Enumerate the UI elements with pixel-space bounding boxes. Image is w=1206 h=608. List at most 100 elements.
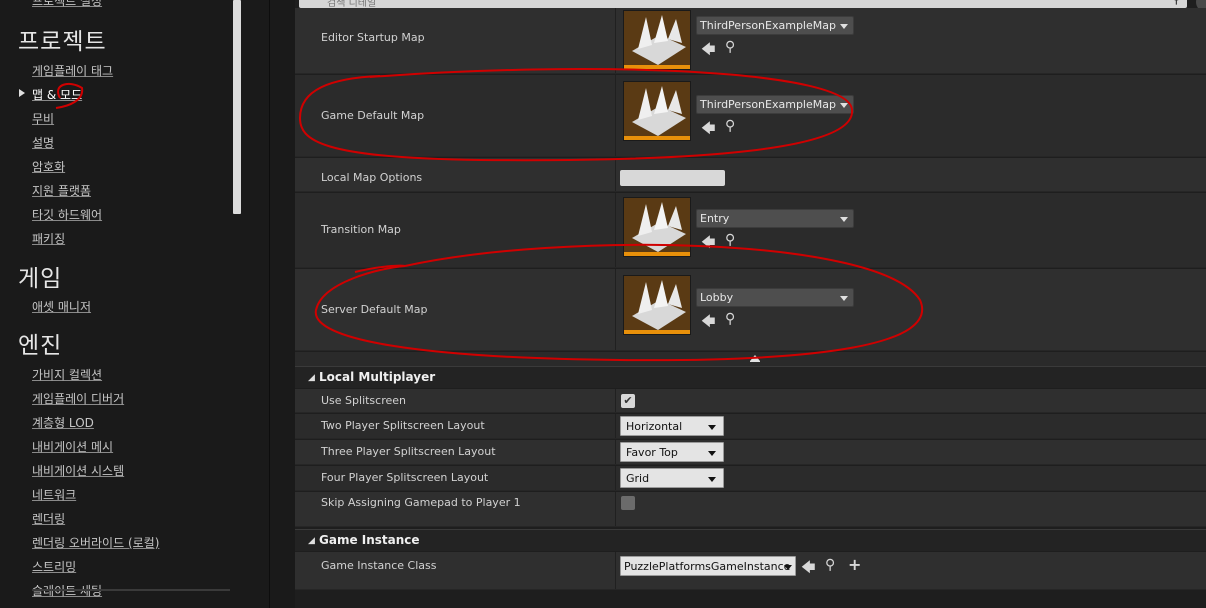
skip-gamepad-checkbox[interactable] <box>621 496 635 510</box>
row-four-player-layout: Four Player Splitscreen Layout Grid <box>295 466 1206 491</box>
three-player-layout-label: Three Player Splitscreen Layout <box>321 445 496 458</box>
game-default-map-label: Game Default Map <box>321 109 425 122</box>
map-thumbnail[interactable] <box>623 275 691 335</box>
row-divider <box>615 75 616 156</box>
check-icon: ✔ <box>623 394 633 407</box>
sidebar-item-gameplay-debugger[interactable]: 게임플레이 디버거 <box>32 390 124 407</box>
row-game-instance-class: Game Instance Class PuzzlePlatformsGameI… <box>295 552 1206 590</box>
sidebar-item-nav-system[interactable]: 내비게이션 시스템 <box>32 462 124 479</box>
combo-value: ThirdPersonExampleMap <box>700 19 836 32</box>
map-asset-icon <box>632 15 686 65</box>
arrow-left-icon[interactable]: 🡄 <box>801 557 815 581</box>
map-asset-icon <box>632 280 686 330</box>
row-game-default-map: Game Default Map ThirdPersonExampleMap 🡄… <box>295 75 1206 157</box>
row-three-player-layout: Three Player Splitscreen Layout Favor To… <box>295 440 1206 465</box>
sidebar-item-network[interactable]: 네트워크 <box>32 486 76 503</box>
settings-sidebar: 프로젝트 설정 프로젝트 게임플레이 태그 맵 & 모드 무비 설명 암호화 지… <box>0 0 270 608</box>
local-map-options-label: Local Map Options <box>321 171 423 184</box>
server-default-map-combo[interactable]: Lobby <box>696 288 854 307</box>
row-divider <box>615 492 616 526</box>
two-player-layout-label: Two Player Splitscreen Layout <box>321 419 485 432</box>
row-two-player-layout: Two Player Splitscreen Layout Horizontal <box>295 414 1206 439</box>
sidebar-bottom-divider <box>32 589 230 591</box>
row-divider <box>615 389 616 412</box>
sidebar-item-packaging[interactable]: 패키징 <box>32 230 65 247</box>
map-thumbnail[interactable] <box>623 197 691 257</box>
four-player-layout-select[interactable]: Grid <box>620 468 724 488</box>
details-panel: 검색 디테일 ⚲ Editor Startup Map ThirdPersonE… <box>295 0 1206 608</box>
sidebar-item-project-settings[interactable]: 프로젝트 설정 <box>32 0 102 9</box>
three-player-layout-select[interactable]: Favor Top <box>620 442 724 462</box>
category-title: Local Multiplayer <box>319 370 436 384</box>
select-value: PuzzlePlatformsGameInstance <box>624 560 791 573</box>
search-icon[interactable]: ⚲ <box>725 39 735 55</box>
search-icon[interactable]: ⚲ <box>725 311 735 327</box>
section-title-game: 게임 <box>18 266 63 292</box>
map-thumbnail[interactable] <box>623 81 691 141</box>
editor-startup-map-combo[interactable]: ThirdPersonExampleMap <box>696 16 854 35</box>
sidebar-item-supported-platforms[interactable]: 지원 플랫폼 <box>32 182 91 199</box>
arrow-left-icon[interactable]: 🡄 <box>701 118 715 142</box>
sidebar-item-gameplay-tags[interactable]: 게임플레이 태그 <box>32 62 113 79</box>
map-asset-icon <box>632 202 686 252</box>
local-map-options-input[interactable] <box>620 170 725 186</box>
sidebar-item-streaming[interactable]: 스트리밍 <box>32 558 76 575</box>
row-use-splitscreen: Use Splitscreen ✔ <box>295 389 1206 413</box>
search-icon[interactable]: ⚲ <box>825 557 835 573</box>
select-value: Grid <box>626 472 650 485</box>
combo-value: ThirdPersonExampleMap <box>700 98 836 111</box>
category-local-multiplayer[interactable]: ◢ Local Multiplayer <box>295 366 1206 388</box>
advanced-collapse-toggle[interactable] <box>295 352 1206 366</box>
arrow-left-icon[interactable]: 🡄 <box>701 232 715 256</box>
transition-map-combo[interactable]: Entry <box>696 209 854 228</box>
category-game-instance[interactable]: ◢ Game Instance <box>295 529 1206 551</box>
row-transition-map: Transition Map Entry 🡄 ⚲ <box>295 193 1206 268</box>
transition-map-label: Transition Map <box>321 223 401 236</box>
sidebar-item-maps-modes[interactable]: 맵 & 모드 <box>32 86 82 103</box>
arrow-left-icon[interactable]: 🡄 <box>701 311 715 335</box>
game-instance-class-label: Game Instance Class <box>321 559 437 572</box>
expand-arrow-icon[interactable] <box>19 89 25 97</box>
category-collapse-icon: ◢ <box>308 536 315 546</box>
game-default-map-combo[interactable]: ThirdPersonExampleMap <box>696 95 854 114</box>
use-splitscreen-label: Use Splitscreen <box>321 394 407 407</box>
four-player-layout-label: Four Player Splitscreen Layout <box>321 471 489 484</box>
section-title-project: 프로젝트 <box>18 29 107 55</box>
search-icon[interactable]: ⚲ <box>725 232 735 248</box>
search-icon: ⚲ <box>1171 0 1181 7</box>
editor-startup-map-label: Editor Startup Map <box>321 31 425 44</box>
sidebar-item-description[interactable]: 설명 <box>32 134 54 151</box>
combo-value: Lobby <box>700 291 734 304</box>
select-value: Horizontal <box>626 420 683 433</box>
sidebar-item-asset-manager[interactable]: 애셋 매니저 <box>32 298 91 315</box>
game-instance-class-select[interactable]: PuzzlePlatformsGameInstance <box>620 556 796 576</box>
search-input[interactable]: 검색 디테일 ⚲ <box>299 0 1187 9</box>
sidebar-item-nav-mesh[interactable]: 내비게이션 메시 <box>32 438 113 455</box>
sidebar-item-rendering-override[interactable]: 렌더링 오버라이드 (로컬) <box>32 534 159 551</box>
section-title-engine: 엔진 <box>18 333 63 359</box>
search-icon[interactable]: ⚲ <box>725 118 735 134</box>
combo-value: Entry <box>700 212 730 225</box>
row-skip-gamepad: Skip Assigning Gamepad to Player 1 <box>295 492 1206 527</box>
row-divider <box>615 8 616 73</box>
sidebar-item-garbage-collection[interactable]: 가비지 컬렉션 <box>32 366 102 383</box>
select-value: Favor Top <box>626 446 678 459</box>
two-player-layout-select[interactable]: Horizontal <box>620 416 724 436</box>
sidebar-item-movies[interactable]: 무비 <box>32 110 54 127</box>
sidebar-item-target-hardware[interactable]: 타깃 하드웨어 <box>32 206 102 223</box>
row-divider <box>615 193 616 267</box>
arrow-left-icon[interactable]: 🡄 <box>701 39 715 63</box>
sidebar-item-hlod[interactable]: 계층형 LOD <box>32 414 94 431</box>
row-server-default-map: Server Default Map Lobby 🡄 ⚲ <box>295 269 1206 351</box>
map-thumbnail[interactable] <box>623 10 691 70</box>
row-divider <box>615 466 616 490</box>
row-divider <box>615 440 616 464</box>
sidebar-scrollbar[interactable] <box>233 0 241 214</box>
use-splitscreen-checkbox[interactable]: ✔ <box>621 394 635 408</box>
server-default-map-label: Server Default Map <box>321 303 428 316</box>
sidebar-item-rendering[interactable]: 렌더링 <box>32 510 65 527</box>
plus-icon[interactable]: + <box>848 555 861 574</box>
sidebar-item-encryption[interactable]: 암호화 <box>32 158 65 175</box>
row-divider <box>615 552 616 589</box>
row-editor-startup-map: Editor Startup Map ThirdPersonExampleMap… <box>295 8 1206 74</box>
